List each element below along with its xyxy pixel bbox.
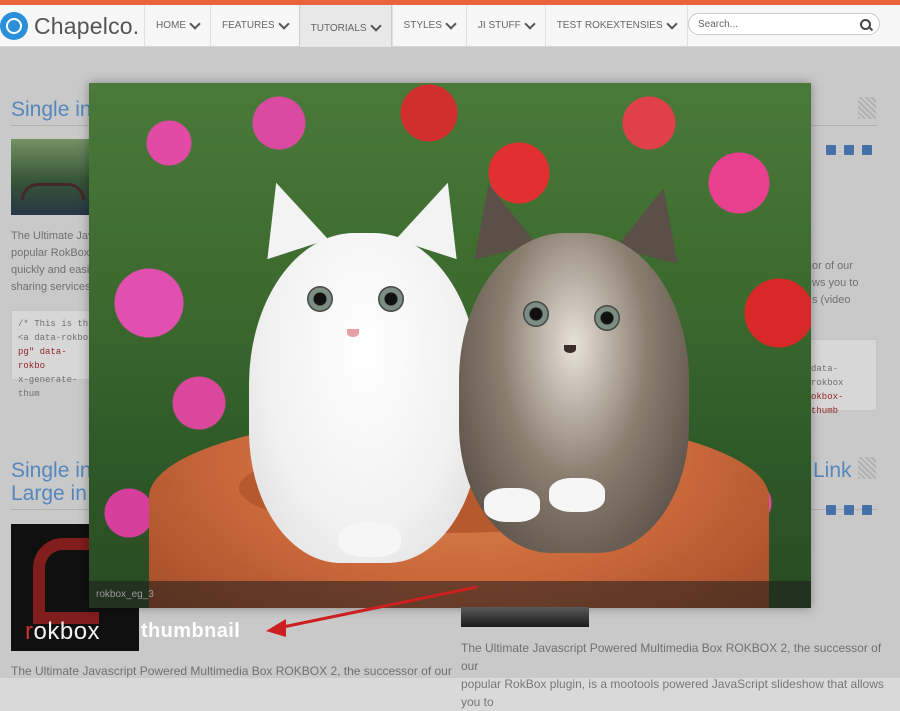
lightbox-caption: rokbox_eg_3 (96, 589, 154, 600)
menu-item-features[interactable]: FEATURES (210, 5, 299, 46)
menu-item-test-rokextensies[interactable]: TEST ROKEXTENSIES (544, 5, 688, 46)
white-kitten-paw (339, 523, 401, 557)
tabby-kitten-paw-left (484, 488, 540, 522)
search-input[interactable]: Search... (688, 13, 880, 35)
chevron-down-icon (189, 17, 201, 30)
top-navbar: Chapelco. HOME FEATURES TUTORIALS STYLES… (0, 5, 900, 51)
chevron-down-icon (277, 17, 290, 30)
search-icon[interactable] (860, 19, 871, 30)
white-kitten (249, 233, 479, 563)
tabby-kitten-eye-left (523, 301, 549, 327)
logo-icon (0, 12, 28, 40)
search-placeholder: Search... (698, 19, 739, 30)
annotation-label: thumbnail (141, 620, 241, 642)
main-menu: HOME FEATURES TUTORIALS STYLES JI STUFF … (144, 5, 688, 51)
tabby-kitten-eye-right (594, 305, 620, 331)
white-kitten-eye-right (378, 286, 404, 312)
lightbox-modal[interactable]: rokbox_eg_3 (89, 83, 811, 608)
menu-item-tutorials[interactable]: TUTORIALS (298, 5, 392, 51)
chevron-down-icon (665, 17, 678, 30)
menu-item-home[interactable]: HOME (144, 5, 210, 46)
tabby-kitten-paw-right (549, 478, 605, 512)
chevron-down-icon (369, 20, 382, 32)
chevron-down-icon (445, 17, 457, 30)
lightbox-controls-strip (461, 607, 589, 627)
menu-item-styles[interactable]: STYLES (391, 5, 466, 46)
lightbox-caption-bar (89, 581, 811, 608)
menu-item-ji-stuff[interactable]: JI STUFF (465, 5, 545, 46)
kittens-photo (89, 83, 811, 608)
tabby-kitten-nose (564, 345, 576, 353)
logo-text: Chapelco. (34, 12, 140, 39)
white-kitten-eye-left (307, 286, 333, 312)
chevron-down-icon (524, 17, 536, 30)
site-logo[interactable]: Chapelco. (0, 9, 139, 43)
white-kitten-nose (347, 329, 359, 337)
